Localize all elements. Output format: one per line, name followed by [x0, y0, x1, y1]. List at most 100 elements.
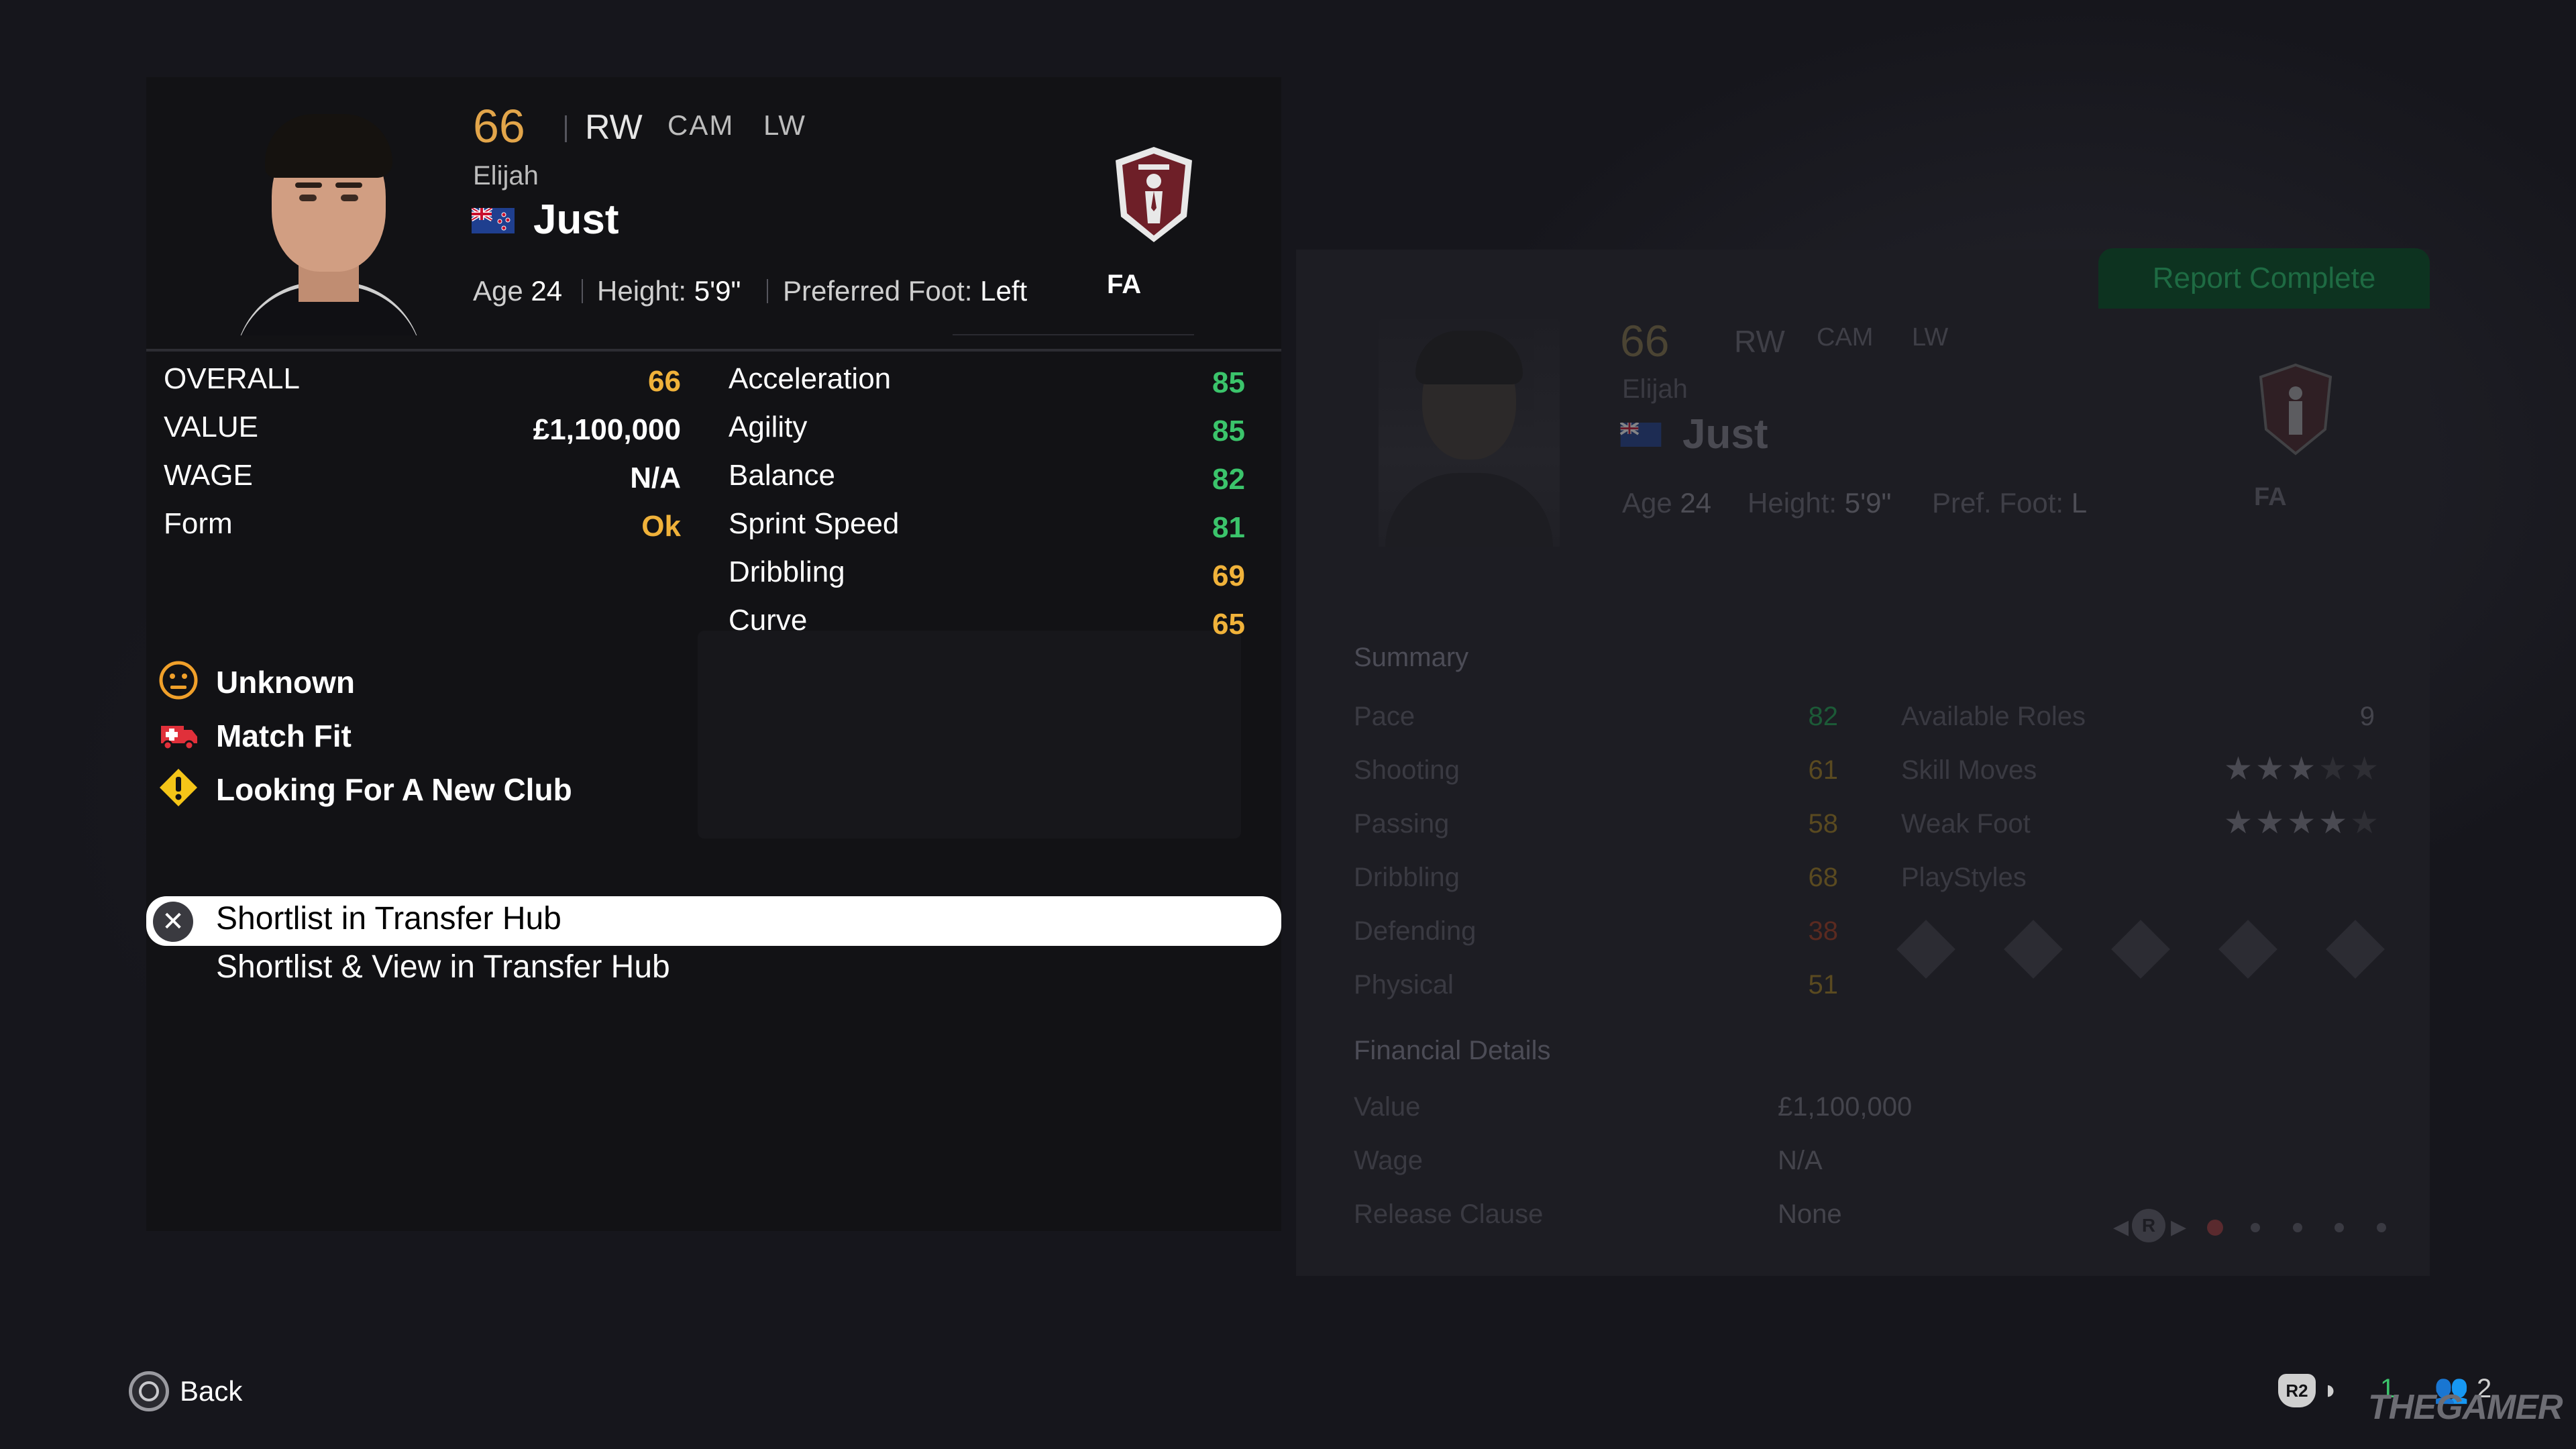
alt-position: LW	[763, 109, 806, 141]
financial-label: Wage	[1354, 1146, 1424, 1175]
player-age: Age 24	[473, 275, 563, 307]
available-roles-value: 9	[2359, 702, 2375, 731]
divider	[565, 115, 567, 142]
divider	[582, 279, 583, 303]
report-age: Age 24	[1622, 487, 1712, 519]
stat-label-form: Form	[164, 507, 233, 540]
summary-label: Physical	[1354, 970, 1454, 1000]
stat-label-curve: Curve	[729, 604, 808, 637]
summary-value: 61	[1808, 755, 1839, 785]
chevron-right-icon: ▶	[2171, 1216, 2187, 1238]
free-agent-badge-icon	[1116, 147, 1192, 242]
club-label: FA	[1107, 270, 1142, 299]
summary-label: Pace	[1354, 702, 1415, 731]
stat-label-wage: WAGE	[164, 459, 253, 492]
new-zealand-flag-icon	[1620, 423, 1662, 447]
stat-value-value: £1,100,000	[533, 413, 681, 446]
summary-label: Dribbling	[1354, 863, 1460, 892]
financial-label: Value	[1354, 1092, 1421, 1122]
player-preferred-foot: Preferred Foot: Left	[783, 275, 1028, 307]
financial-value: None	[1778, 1199, 1842, 1229]
back-button[interactable]: Back	[180, 1375, 242, 1407]
ambulance-icon	[161, 726, 197, 751]
divider	[953, 334, 1194, 335]
stat-value-balance: 82	[1212, 463, 1245, 496]
warning-icon	[160, 769, 197, 806]
player-photo	[228, 101, 429, 335]
summary-value: 38	[1808, 916, 1839, 946]
page-dot	[2251, 1223, 2260, 1232]
summary-heading: Summary	[1354, 643, 1469, 672]
summary-label: Defending	[1354, 916, 1477, 946]
financial-value: N/A	[1778, 1146, 1823, 1175]
report-alt-position: LW	[1912, 323, 1949, 352]
player-height: Height: 5'9"	[597, 275, 741, 307]
summary-value: 82	[1808, 702, 1839, 731]
stat-label-balance: Balance	[729, 459, 836, 492]
stat-value-acceleration: 85	[1212, 366, 1245, 399]
stat-label-dribbling: Dribbling	[729, 555, 845, 588]
player-last-name: Just	[533, 197, 619, 243]
report-main-position: RW	[1734, 324, 1785, 359]
r-button-icon: R	[2132, 1209, 2165, 1242]
report-rating: 66	[1620, 316, 1670, 366]
report-complete-button[interactable]: Report Complete	[2098, 248, 2430, 309]
stat-value-curve: 65	[1212, 608, 1245, 641]
report-alt-position: CAM	[1817, 323, 1874, 352]
main-position: RW	[585, 108, 643, 147]
transfer-status: Looking For A New Club	[216, 772, 572, 807]
financial-label: Release Clause	[1354, 1199, 1544, 1229]
summary-value: 68	[1808, 863, 1839, 892]
page-dot	[2377, 1223, 2386, 1232]
report-first-name: Elijah	[1622, 374, 1688, 404]
stat-label-sprint-speed: Sprint Speed	[729, 507, 900, 540]
player-first-name: Elijah	[473, 161, 539, 191]
neutral-face-icon	[159, 661, 198, 700]
financial-value: £1,100,000	[1778, 1092, 1913, 1122]
player-rating: 66	[473, 100, 525, 152]
alt-position: CAM	[667, 109, 735, 141]
stat-value-overall: 66	[648, 365, 681, 398]
stat-label-acceleration: Acceleration	[729, 362, 892, 395]
weak-foot-label: Weak Foot	[1901, 809, 2031, 839]
divider	[146, 349, 1281, 352]
summary-label: Passing	[1354, 809, 1450, 839]
summary-value: 51	[1808, 970, 1839, 1000]
report-player-photo	[1379, 319, 1560, 547]
cross-button-icon: ✕	[153, 902, 193, 942]
background-player-tile	[698, 631, 1241, 839]
available-roles-label: Available Roles	[1901, 702, 2086, 731]
stat-value-sprint-speed: 81	[1212, 511, 1245, 544]
stat-label-agility: Agility	[729, 411, 808, 443]
stat-label-overall: OVERALL	[164, 362, 300, 395]
summary-label: Shooting	[1354, 755, 1460, 785]
report-height: Height: 5'9"	[1748, 487, 1892, 519]
chevron-left-icon: ◀	[2113, 1216, 2129, 1238]
weak-foot-stars: ★★★★★	[2224, 805, 2382, 841]
financial-heading: Financial Details	[1354, 1036, 1551, 1065]
option-shortlist-and-view[interactable]: Shortlist & View in Transfer Hub	[216, 949, 670, 985]
option-label[interactable]: Shortlist in Transfer Hub	[216, 900, 561, 937]
stat-value-dribbling: 69	[1212, 559, 1245, 592]
new-zealand-flag-icon	[472, 208, 515, 233]
stat-value-agility: 85	[1212, 415, 1245, 447]
playstyles-label: PlayStyles	[1901, 863, 2027, 892]
morale-status: Unknown	[216, 665, 355, 700]
skill-moves-label: Skill Moves	[1901, 755, 2037, 785]
thegamer-watermark-logo: THEGAMER	[2368, 1388, 2563, 1427]
stat-label-value: VALUE	[164, 411, 259, 443]
page-dot	[2334, 1223, 2344, 1232]
skill-moves-stars: ★★★★★	[2224, 751, 2382, 787]
report-foot: Pref. Foot: L	[1932, 487, 2088, 519]
divider	[767, 279, 768, 303]
page-dot-active	[2207, 1220, 2223, 1236]
fitness-status: Match Fit	[216, 718, 352, 753]
r2-button-icon: R2	[2278, 1374, 2316, 1407]
stat-value-wage: N/A	[630, 462, 681, 494]
chat-icon: ◗	[2322, 1375, 2339, 1405]
circle-button-icon[interactable]	[129, 1371, 169, 1411]
report-club-label: FA	[2254, 483, 2287, 511]
stat-value-form: Ok	[641, 510, 681, 543]
free-agent-badge-icon	[2259, 363, 2332, 455]
pager[interactable]: ◀ R ▶	[2113, 1209, 2395, 1242]
